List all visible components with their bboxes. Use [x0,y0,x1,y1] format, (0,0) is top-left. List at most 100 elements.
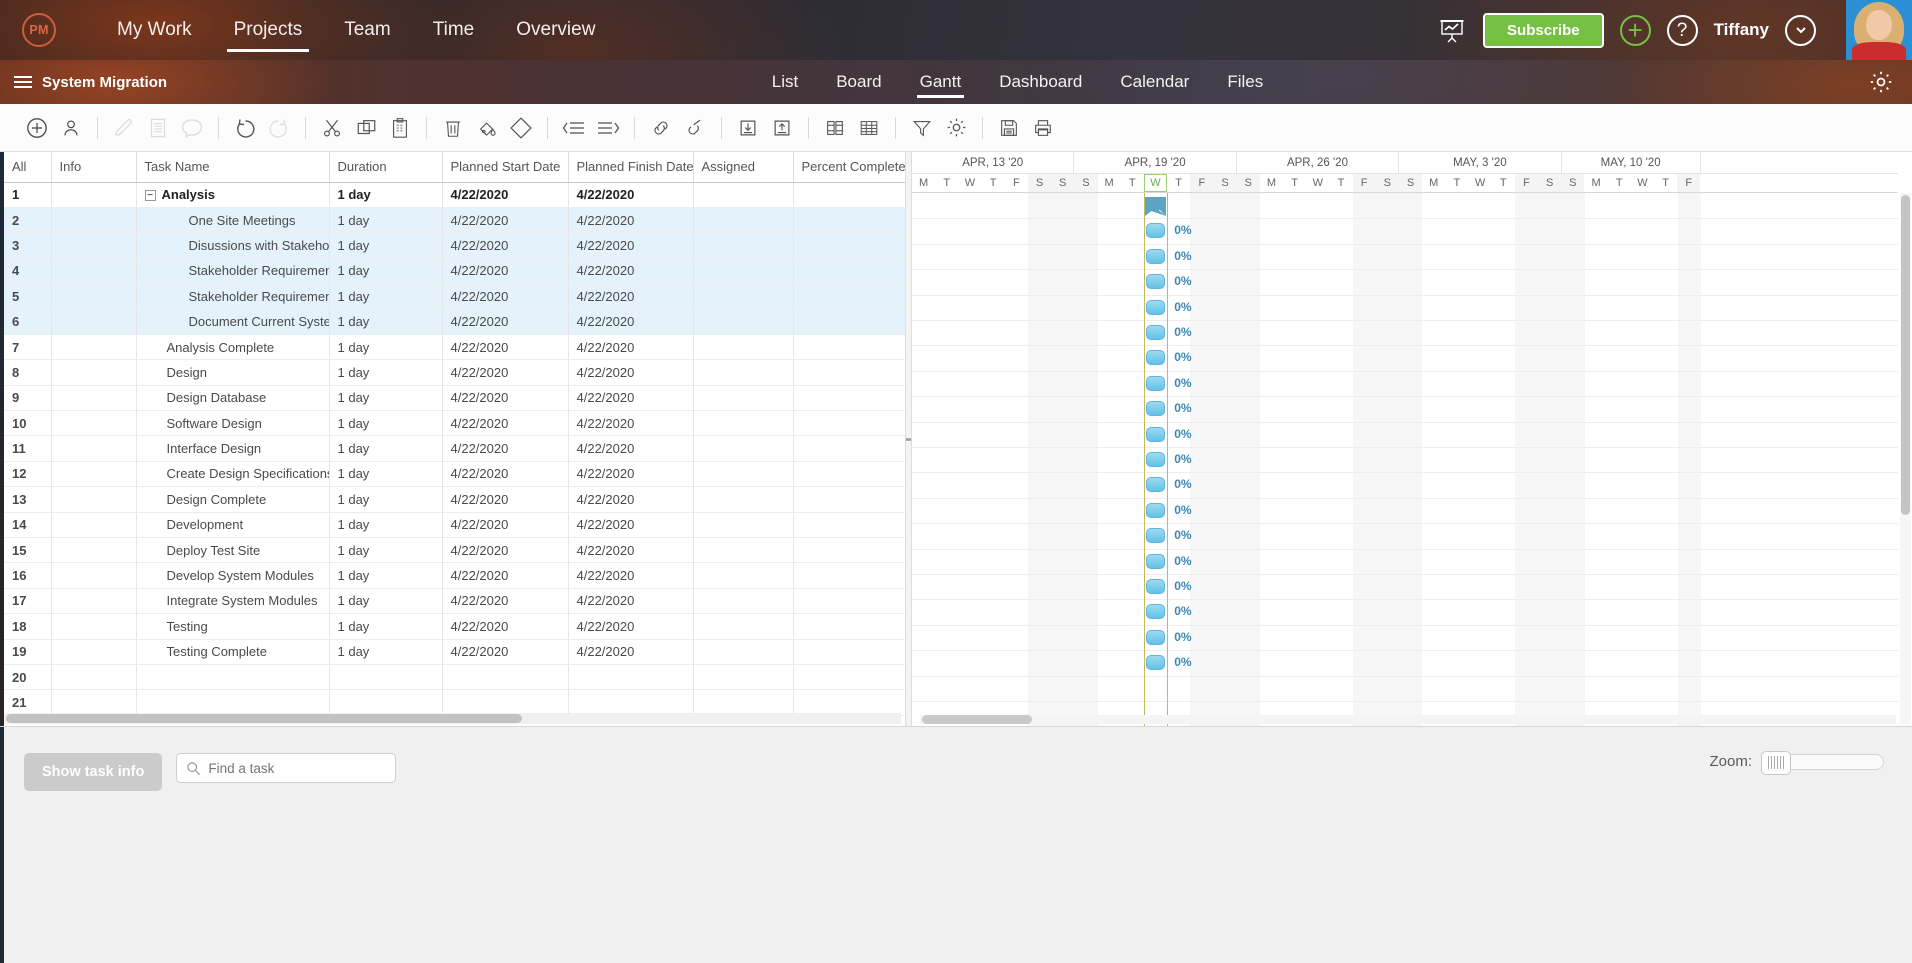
duration-cell[interactable]: 1 day [329,334,443,361]
undo-icon[interactable] [228,111,262,145]
gantt-task-bar[interactable] [1146,579,1166,594]
info-cell[interactable] [51,359,137,386]
planned-finish-date-cell[interactable]: 4/22/2020 [568,283,694,310]
assigned-cell[interactable] [693,486,794,513]
duration-cell[interactable]: 1 day [329,359,443,386]
planned-finish-date-cell[interactable]: 4/22/2020 [568,639,694,665]
duration-cell[interactable]: 1 day [329,588,443,615]
percent-complete-cell[interactable] [793,588,905,615]
assign-resource-icon[interactable] [54,111,88,145]
planned-start-date-cell[interactable] [442,664,569,691]
duration-cell[interactable]: 1 day [329,435,443,462]
settings-gear-icon[interactable] [939,111,973,145]
assigned-cell[interactable] [693,537,794,564]
info-cell[interactable] [51,588,137,615]
nav-item-time[interactable]: Time [412,0,496,60]
task-name-cell[interactable]: Disussions with Stakehold [136,232,330,259]
row-number-cell[interactable]: 3 [4,232,52,259]
tab-dashboard[interactable]: Dashboard [980,60,1101,104]
nav-item-team[interactable]: Team [323,0,411,60]
gantt-task-bar[interactable] [1146,553,1166,569]
table-row[interactable]: 14 Development 1 day 4/22/2020 4/22/2020 [4,512,905,538]
assigned-cell[interactable] [693,182,794,208]
assigned-cell[interactable] [693,512,794,538]
assigned-cell[interactable] [693,258,794,285]
planned-start-date-cell[interactable]: 4/22/2020 [442,334,569,361]
row-number-cell[interactable]: 16 [4,562,52,589]
assigned-cell[interactable] [693,308,794,335]
percent-complete-cell[interactable] [793,308,905,335]
planned-finish-date-cell[interactable]: 4/22/2020 [568,537,694,564]
percent-complete-cell[interactable] [793,359,905,386]
column-header-planned-start-date[interactable]: Planned Start Date [442,152,569,183]
question-circle-icon[interactable]: ? [1666,14,1698,46]
planned-start-date-cell[interactable]: 4/22/2020 [442,410,569,437]
percent-complete-cell[interactable] [793,461,905,488]
table-row[interactable]: 9 Design Database 1 day 4/22/2020 4/22/2020 [4,385,905,412]
row-number-cell[interactable]: 15 [4,537,52,564]
paste-icon[interactable] [383,111,417,145]
duration-cell[interactable]: 1 day [329,613,443,640]
duration-cell[interactable]: 1 day [329,410,443,437]
table-row[interactable]: 13 Design Complete 1 day 4/22/2020 4/22/2020 [4,486,905,513]
percent-complete-cell[interactable] [793,664,905,691]
row-number-cell[interactable]: 21 [4,689,52,716]
gantt-task-bar[interactable] [1146,375,1166,391]
find-task-box[interactable] [176,753,397,783]
row-number-cell[interactable]: 6 [4,308,52,335]
gantt-task-bar[interactable] [1146,655,1166,671]
app-logo[interactable]: PM [22,13,56,47]
task-name-cell[interactable]: Interface Design [136,435,330,462]
duration-cell[interactable]: 1 day [329,486,443,513]
duration-cell[interactable]: 1 day [329,461,443,488]
row-number-cell[interactable]: 2 [4,207,52,234]
duration-cell[interactable] [329,664,443,691]
task-name-cell[interactable]: Create Design Specifications [136,461,330,488]
info-cell[interactable] [51,283,137,310]
row-number-cell[interactable]: 9 [4,385,52,412]
planned-start-date-cell[interactable]: 4/22/2020 [442,359,569,386]
table-row[interactable]: 12 Create Design Specifications 1 day 4/22/… [4,461,905,488]
planned-finish-date-cell[interactable]: 4/22/2020 [568,461,694,488]
duration-cell[interactable]: 1 day [329,258,443,285]
table-row[interactable]: 3 Disussions with Stakehold 1 day 4/22/2020… [4,232,905,259]
info-cell[interactable] [51,461,137,488]
nav-item-overview[interactable]: Overview [495,0,616,60]
planned-start-date-cell[interactable]: 4/22/2020 [442,537,569,564]
duration-cell[interactable]: 1 day [329,385,443,412]
planned-finish-date-cell[interactable]: 4/22/2020 [568,334,694,361]
row-number-cell[interactable]: 1 [4,182,52,208]
planned-finish-date-cell[interactable]: 4/22/2020 [568,435,694,462]
table-row[interactable]: 19 Testing Complete 1 day 4/22/2020 4/22/202… [4,639,905,665]
assigned-cell[interactable] [693,385,794,412]
planned-finish-date-cell[interactable]: 4/22/2020 [568,207,694,234]
assigned-cell[interactable] [693,639,794,665]
info-cell[interactable] [51,562,137,589]
task-name-cell[interactable]: Analysis Complete [136,334,330,361]
task-name-cell[interactable]: Testing Complete [136,639,330,665]
assigned-cell[interactable] [693,334,794,361]
info-cell[interactable] [51,334,137,361]
task-name-cell[interactable]: Integrate System Modules [136,588,330,615]
task-name-cell[interactable]: − Analysis [136,182,330,208]
gantt-task-bar[interactable] [1146,426,1166,442]
task-name-cell[interactable]: Testing [136,613,330,640]
gantt-horizontal-scrollbar[interactable] [920,715,1896,724]
table-row[interactable]: 1− Analysis 1 day 4/22/2020 4/22/2020 [4,182,905,208]
row-number-cell[interactable]: 12 [4,461,52,488]
planned-start-date-cell[interactable] [442,689,569,716]
duration-cell[interactable]: 1 day [329,308,443,335]
row-number-cell[interactable]: 14 [4,512,52,538]
percent-complete-cell[interactable] [793,486,905,513]
planned-start-date-cell[interactable]: 4/22/2020 [442,207,569,234]
percent-complete-cell[interactable] [793,182,905,208]
info-cell[interactable] [51,308,137,335]
gantt-task-bar[interactable] [1146,325,1166,340]
gantt-task-bar[interactable] [1146,401,1166,417]
info-cell[interactable] [51,613,137,640]
gantt-task-bar[interactable] [1146,274,1166,290]
row-number-cell[interactable]: 5 [4,283,52,310]
assigned-cell[interactable] [693,613,794,640]
avatar[interactable] [1846,0,1912,60]
planned-start-date-cell[interactable]: 4/22/2020 [442,613,569,640]
